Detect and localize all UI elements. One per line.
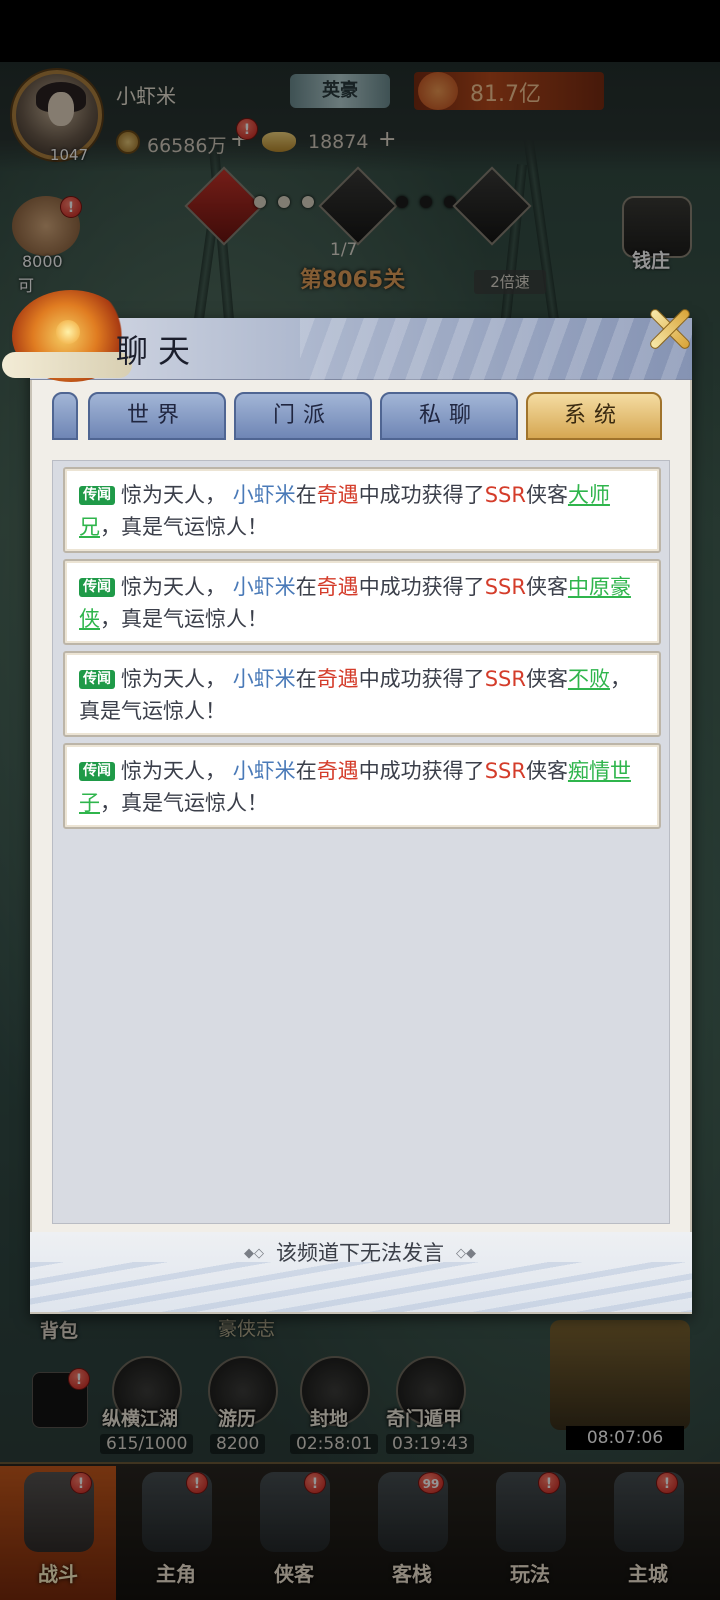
player-link[interactable]: 小虾米	[233, 483, 296, 507]
player-link[interactable]: 小虾米	[233, 759, 296, 783]
message-kind: 侠客	[525, 575, 568, 599]
event-name: 奇遇	[316, 667, 359, 691]
message-intro: 惊为天人，	[121, 759, 226, 783]
tab-sect[interactable]: 门派	[234, 392, 372, 440]
message-intro: 惊为天人，	[121, 575, 226, 599]
message-mid: 在	[295, 575, 317, 599]
message-mid: 在	[295, 483, 317, 507]
system-message: 传闻 惊为天人， 小虾米在奇遇中成功获得了SSR侠客痴情世子，真是气运惊人！	[63, 743, 661, 829]
rumor-tag: 传闻	[79, 578, 115, 597]
message-mid2: 中成功获得了	[358, 759, 485, 783]
message-outro: ，真是气运惊人！	[100, 791, 268, 815]
close-button[interactable]	[638, 298, 700, 360]
message-intro: 惊为天人，	[121, 483, 226, 507]
message-mid2: 中成功获得了	[358, 667, 485, 691]
event-name: 奇遇	[316, 759, 359, 783]
rumor-tag: 传闻	[79, 762, 115, 781]
event-name: 奇遇	[316, 575, 359, 599]
message-outro: ，真是气运惊人！	[100, 607, 268, 631]
message-mid: 在	[295, 667, 317, 691]
message-intro: 惊为天人，	[121, 667, 226, 691]
cloud-decoration	[2, 352, 132, 378]
message-list[interactable]: 传闻 惊为天人， 小虾米在奇遇中成功获得了SSR侠客大师兄，真是气运惊人！ 传闻惊…	[52, 460, 670, 1224]
rarity-label: SSR	[484, 483, 526, 507]
header-wave-decoration	[300, 318, 692, 380]
tab-world[interactable]: 世界	[88, 392, 226, 440]
system-message: 传闻 惊为天人， 小虾米在奇遇中成功获得了SSR侠客大师兄，真是气运惊人！	[63, 467, 661, 553]
message-kind: 侠客	[525, 483, 568, 507]
message-mid2: 中成功获得了	[358, 575, 485, 599]
player-link[interactable]: 小虾米	[233, 575, 296, 599]
event-name: 奇遇	[316, 483, 359, 507]
tab-system[interactable]: 系统	[526, 392, 662, 440]
rarity-label: SSR	[484, 667, 526, 691]
channel-tabs: 世界 门派 私聊 系统	[52, 392, 672, 448]
dragon-eye-decoration	[56, 320, 80, 344]
message-text: 传闻 惊为天人， 小虾米在奇遇中成功获得了SSR侠客痴情世子，真是气运惊人！	[79, 755, 649, 819]
footer-wave-decoration	[30, 1262, 692, 1312]
channel-notice-text: 该频道下无法发言	[276, 1241, 444, 1265]
hero-link[interactable]: 不败	[568, 667, 610, 691]
rumor-tag: 传闻	[79, 670, 115, 689]
message-text: 传闻 惊为天人， 小虾米在奇遇中成功获得了SSR侠客大师兄，真是气运惊人！	[79, 479, 649, 543]
message-text: 传闻 惊为天人， 小虾米在奇遇中成功获得了SSR侠客不败，真是气运惊人！	[79, 663, 649, 727]
ornament-left-icon: ◆◇	[244, 1246, 264, 1261]
rarity-label: SSR	[484, 575, 526, 599]
message-mid: 在	[295, 759, 317, 783]
player-link[interactable]: 小虾米	[233, 667, 296, 691]
message-mid2: 中成功获得了	[358, 483, 485, 507]
message-outro: ，真是气运惊人！	[100, 515, 268, 539]
message-text: 传闻 惊为天人， 小虾米在奇遇中成功获得了SSR侠客中原豪侠，真是气运惊人！	[79, 571, 649, 635]
message-kind: 侠客	[525, 667, 568, 691]
rarity-label: SSR	[484, 759, 526, 783]
tab-scroll-stub[interactable]	[52, 392, 78, 440]
system-message: 传闻 惊为天人， 小虾米在奇遇中成功获得了SSR侠客中原豪侠，真是气运惊人！	[63, 559, 661, 645]
rumor-tag: 传闻	[79, 486, 115, 505]
ornament-right-icon: ◇◆	[456, 1246, 476, 1261]
message-kind: 侠客	[525, 759, 568, 783]
system-message: 传闻 惊为天人， 小虾米在奇遇中成功获得了SSR侠客不败，真是气运惊人！	[63, 651, 661, 737]
channel-notice: ◆◇ 该频道下无法发言 ◇◆	[0, 1237, 720, 1267]
chat-title: 聊天	[116, 332, 201, 370]
tab-private[interactable]: 私聊	[380, 392, 518, 440]
